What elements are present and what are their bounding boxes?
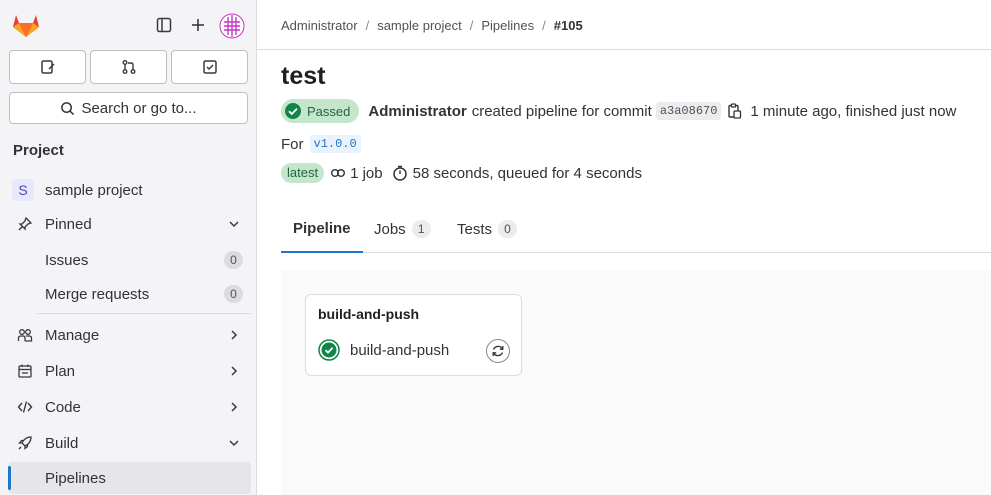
breadcrumb-separator: / — [469, 18, 474, 33]
tab-label: Jobs — [374, 220, 406, 238]
project-avatar: S — [12, 179, 34, 201]
issues-icon — [40, 60, 55, 74]
sidebar-item-manage[interactable]: Manage — [8, 319, 251, 351]
rocket-icon — [17, 435, 33, 451]
sidebar-quick-actions — [9, 50, 248, 84]
tab-label: Pipeline — [293, 219, 351, 237]
search-button[interactable]: Search or go to... — [9, 92, 248, 124]
pin-icon — [17, 216, 33, 232]
retry-icon — [492, 345, 504, 357]
status-badge[interactable]: Passed — [281, 99, 360, 123]
code-icon — [17, 399, 33, 415]
sidebar-divider — [37, 313, 251, 314]
issues-count-badge: 0 — [224, 251, 243, 269]
gitlab-logo-icon[interactable] — [12, 12, 40, 38]
sidebar-item-label: Plan — [45, 362, 76, 380]
breadcrumb-item[interactable]: Administrator — [281, 18, 358, 33]
sidebar-toggle-icon[interactable] — [152, 13, 176, 37]
sidebar: Search or go to... Project S sample proj… — [0, 0, 257, 495]
stage-card: build-and-push build-and-push — [305, 294, 522, 376]
ref-tag[interactable]: v1.0.0 — [309, 135, 361, 153]
job-success-icon — [318, 339, 340, 361]
pipeline-action-text: created pipeline for commit — [471, 102, 652, 120]
main-content: Administrator / sample project / Pipelin… — [257, 0, 991, 495]
jobs-count-text: 1 job — [350, 164, 383, 182]
pipeline-tabs: Pipeline Jobs 1 Tests 0 — [281, 205, 991, 253]
top-bar: Administrator / sample project / Pipelin… — [257, 0, 991, 50]
pipeline-meta: latest 1 job 58 seconds, queued for 4 se… — [281, 162, 642, 184]
users-icon — [17, 327, 33, 343]
job-name: build-and-push — [350, 341, 450, 359]
sidebar-top — [0, 0, 256, 50]
pipeline-time-text: 1 minute ago, finished just now — [750, 102, 957, 120]
chevron-right-icon — [231, 366, 238, 376]
sidebar-item-label: Merge requests — [45, 285, 150, 303]
sidebar-item-label: Code — [45, 398, 81, 416]
timer-icon — [392, 165, 407, 181]
retry-job-button[interactable] — [486, 339, 510, 363]
latest-badge: latest — [281, 163, 325, 183]
pipeline-graph: build-and-push build-and-push — [281, 270, 991, 495]
author-link[interactable]: Administrator — [368, 103, 466, 120]
tab-tests[interactable]: Tests 0 — [457, 205, 518, 253]
sidebar-item-label: Issues — [45, 251, 89, 269]
duration-text: 58 seconds, queued for 4 seconds — [412, 164, 642, 182]
breadcrumb-item[interactable]: Pipelines — [481, 18, 534, 33]
sidebar-item-issues[interactable]: Issues 0 — [8, 244, 251, 276]
tab-count-badge: 0 — [498, 220, 518, 238]
sidebar-item-pinned[interactable]: Pinned — [8, 208, 251, 240]
tab-count-badge: 1 — [411, 220, 431, 238]
merge-request-icon — [122, 60, 135, 74]
planning-icon — [17, 363, 33, 379]
status-badge-label: Passed — [307, 103, 351, 119]
pipeline-ref-info: For v1.0.0 — [281, 135, 361, 153]
search-icon — [61, 101, 75, 115]
sidebar-item-label: Manage — [45, 326, 100, 344]
breadcrumb: Administrator / sample project / Pipelin… — [281, 18, 583, 33]
breadcrumb-separator: / — [365, 18, 370, 33]
for-label: For — [281, 135, 304, 153]
sidebar-item-pipelines[interactable]: Pipelines — [8, 462, 251, 494]
stage-name: build-and-push — [318, 306, 420, 322]
merge-requests-count-badge: 0 — [224, 285, 243, 303]
chevron-down-icon — [229, 221, 239, 228]
tab-jobs[interactable]: Jobs 1 — [374, 205, 431, 253]
todo-list-button[interactable] — [171, 50, 248, 84]
chevron-down-icon — [229, 440, 239, 447]
copy-icon[interactable] — [727, 103, 742, 119]
sidebar-item-label: Pinned — [45, 215, 92, 233]
tab-pipeline[interactable]: Pipeline — [281, 205, 363, 253]
user-avatar[interactable] — [219, 13, 245, 39]
sidebar-item-build[interactable]: Build — [8, 427, 251, 459]
status-success-icon — [285, 103, 301, 119]
sidebar-item-label: Build — [45, 434, 79, 452]
commit-sha[interactable]: a3a08670 — [655, 102, 722, 120]
pipeline-jobs-icon — [331, 168, 346, 177]
merge-requests-button[interactable] — [90, 50, 167, 84]
pipeline-header-info: Passed Administrator created pipeline fo… — [281, 99, 956, 123]
sidebar-item-merge-requests[interactable]: Merge requests 0 — [8, 278, 251, 310]
chevron-right-icon — [231, 330, 238, 340]
chevron-right-icon — [231, 402, 238, 412]
breadcrumb-current[interactable]: #105 — [554, 18, 583, 33]
breadcrumb-separator: / — [542, 18, 546, 33]
sidebar-item-plan[interactable]: Plan — [8, 355, 251, 387]
sidebar-item-code[interactable]: Code — [8, 391, 251, 423]
sidebar-section-title: Project — [13, 142, 64, 159]
sidebar-item-project[interactable]: S sample project — [8, 174, 251, 206]
active-indicator — [8, 466, 11, 490]
tab-label: Tests — [457, 220, 493, 238]
job-item[interactable]: build-and-push — [318, 339, 449, 361]
sidebar-item-label: sample project — [45, 181, 143, 199]
assigned-issues-button[interactable] — [9, 50, 86, 84]
plus-icon[interactable] — [186, 13, 210, 37]
search-button-label: Search or go to... — [81, 99, 197, 117]
page-title: test — [281, 62, 326, 90]
todo-icon — [202, 60, 217, 74]
breadcrumb-item[interactable]: sample project — [377, 18, 462, 33]
sidebar-item-label: Pipelines — [45, 469, 106, 487]
